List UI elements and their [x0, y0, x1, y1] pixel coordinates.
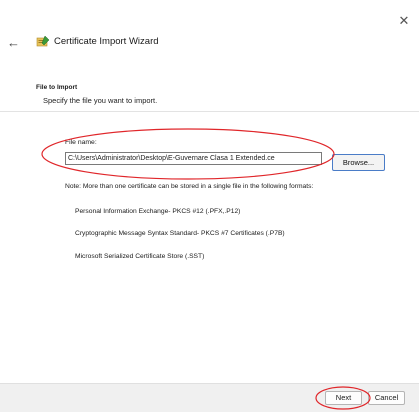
section-title: File to Import [36, 84, 78, 91]
format-item: Personal Information Exchange- PKCS #12 … [75, 208, 241, 215]
file-name-label: File name: [65, 139, 97, 146]
format-item: Microsoft Serialized Certificate Store (… [75, 253, 205, 260]
window-title: Certificate Import Wizard [54, 36, 159, 47]
formats-note: Note: More than one certificate can be s… [65, 183, 314, 190]
certificate-wizard-icon [36, 35, 50, 47]
header-divider [0, 111, 419, 112]
close-icon[interactable]: ✕ [397, 14, 411, 28]
browse-button[interactable]: Browse... [332, 154, 385, 171]
next-button[interactable]: Next [325, 391, 362, 405]
back-arrow-icon[interactable]: ← [7, 36, 21, 49]
file-name-input[interactable]: C:\Users\Administrator\Desktop\E-Guverna… [65, 152, 322, 165]
annotation-overlay [41, 128, 371, 410]
cancel-button[interactable]: Cancel [368, 391, 405, 405]
section-subtitle: Specify the file you want to import. [43, 96, 158, 105]
format-item: Cryptographic Message Syntax Standard- P… [75, 230, 285, 237]
